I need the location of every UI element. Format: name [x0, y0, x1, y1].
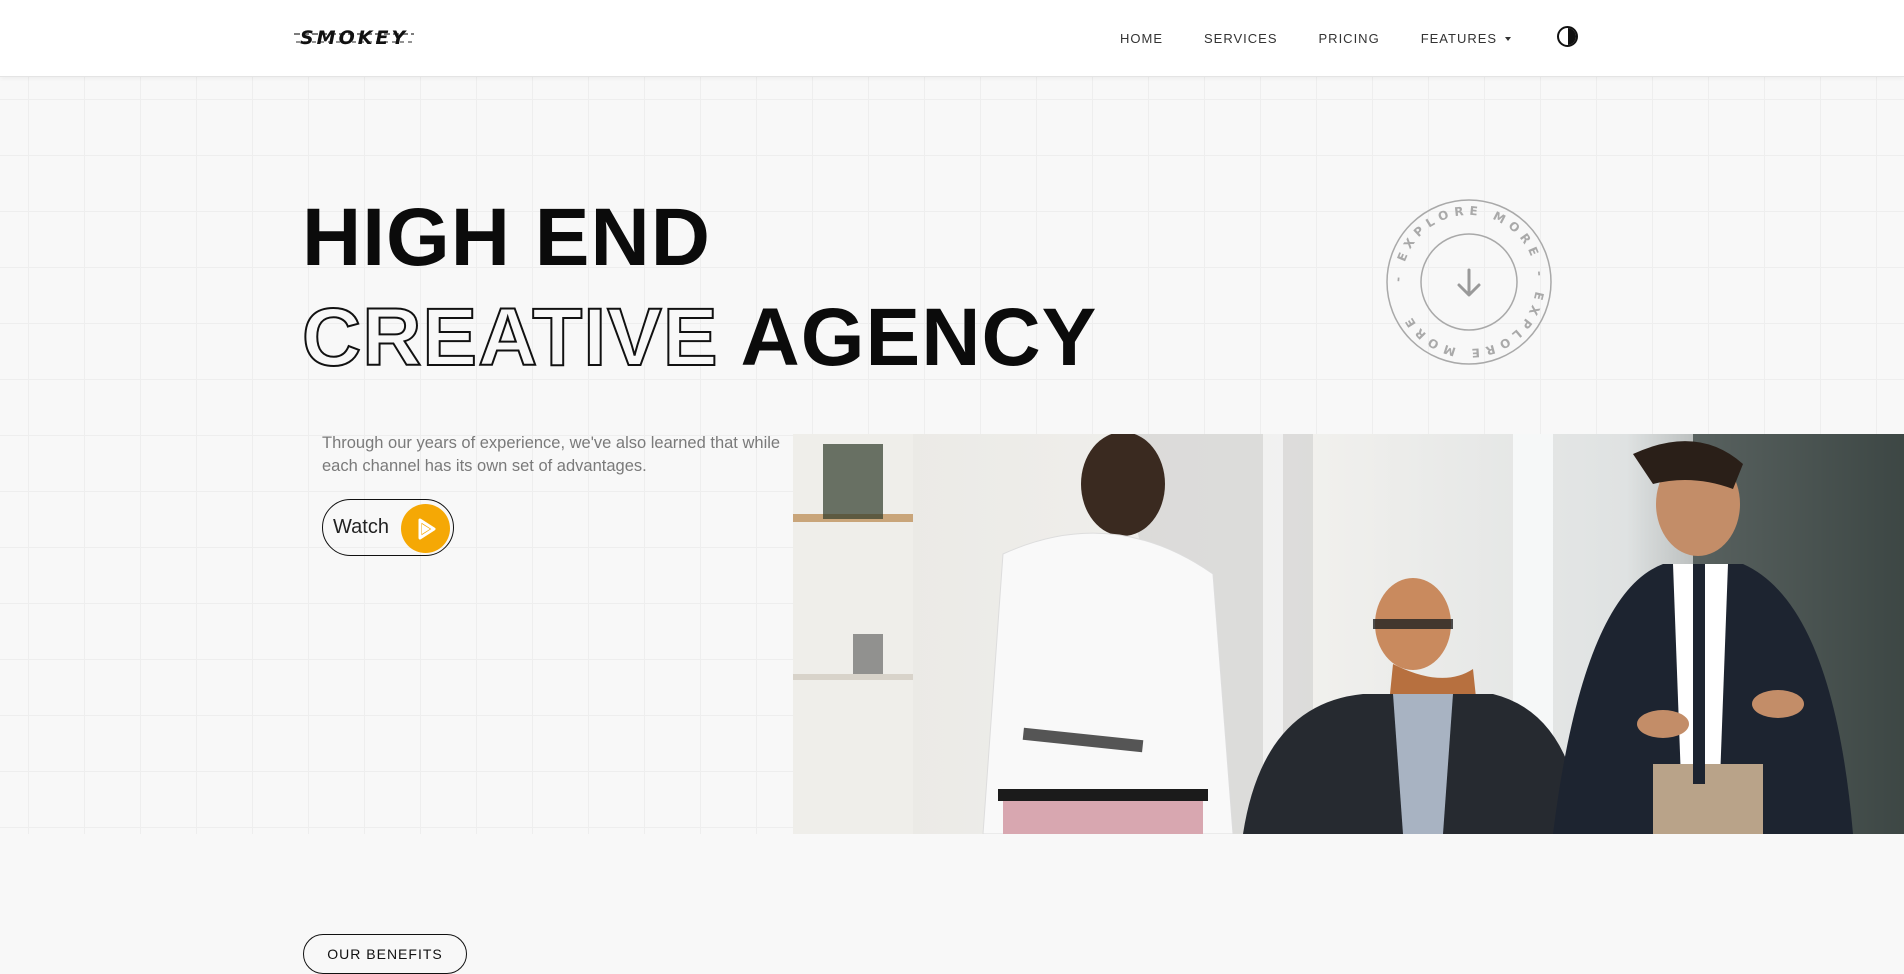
hero-section: HIGH END CREATIVE AGENCY - EXPLORE MORE …: [0, 77, 1904, 834]
our-benefits-pill: OUR BENEFITS: [303, 934, 467, 974]
explore-more-badge[interactable]: - EXPLORE MORE - EXPLORE MORE: [1385, 198, 1553, 366]
watch-video-button[interactable]: Watch: [322, 499, 454, 556]
nav-home[interactable]: HOME: [1120, 31, 1163, 46]
explore-badge-graphic: - EXPLORE MORE - EXPLORE MORE: [1386, 199, 1552, 365]
nav-pricing-label: PRICING: [1318, 31, 1380, 46]
hero-title-solid-word: AGENCY: [740, 292, 1098, 383]
chevron-down-icon: [1505, 36, 1512, 41]
nav-pricing[interactable]: PRICING: [1319, 31, 1380, 46]
watch-label: Watch: [333, 516, 389, 538]
hero-title-line2: CREATIVE AGENCY: [301, 292, 1098, 383]
nav-features[interactable]: FEATURES: [1420, 31, 1512, 46]
hero-title-outline-word: CREATIVE: [301, 292, 719, 383]
contrast-icon[interactable]: [1557, 26, 1578, 47]
nav-services-label: SERVICES: [1204, 31, 1278, 46]
play-icon: [401, 504, 450, 553]
nav-features-label: FEATURES: [1420, 31, 1498, 46]
hero-description: Through our years of experience, we've a…: [322, 434, 781, 475]
main-nav: HOME SERVICES PRICING FEATURES: [1120, 0, 1552, 77]
logo[interactable]: SMOKEY: [293, 27, 415, 49]
nav-services[interactable]: SERVICES: [1204, 31, 1278, 46]
arrow-down-icon: [1457, 268, 1481, 297]
site-header: SMOKEY HOME SERVICES PRICING FEATURES: [0, 0, 1904, 77]
nav-home-label: HOME: [1120, 31, 1163, 46]
hero-title-line1: HIGH END: [302, 192, 711, 283]
hero-team-photo: [793, 434, 1904, 834]
